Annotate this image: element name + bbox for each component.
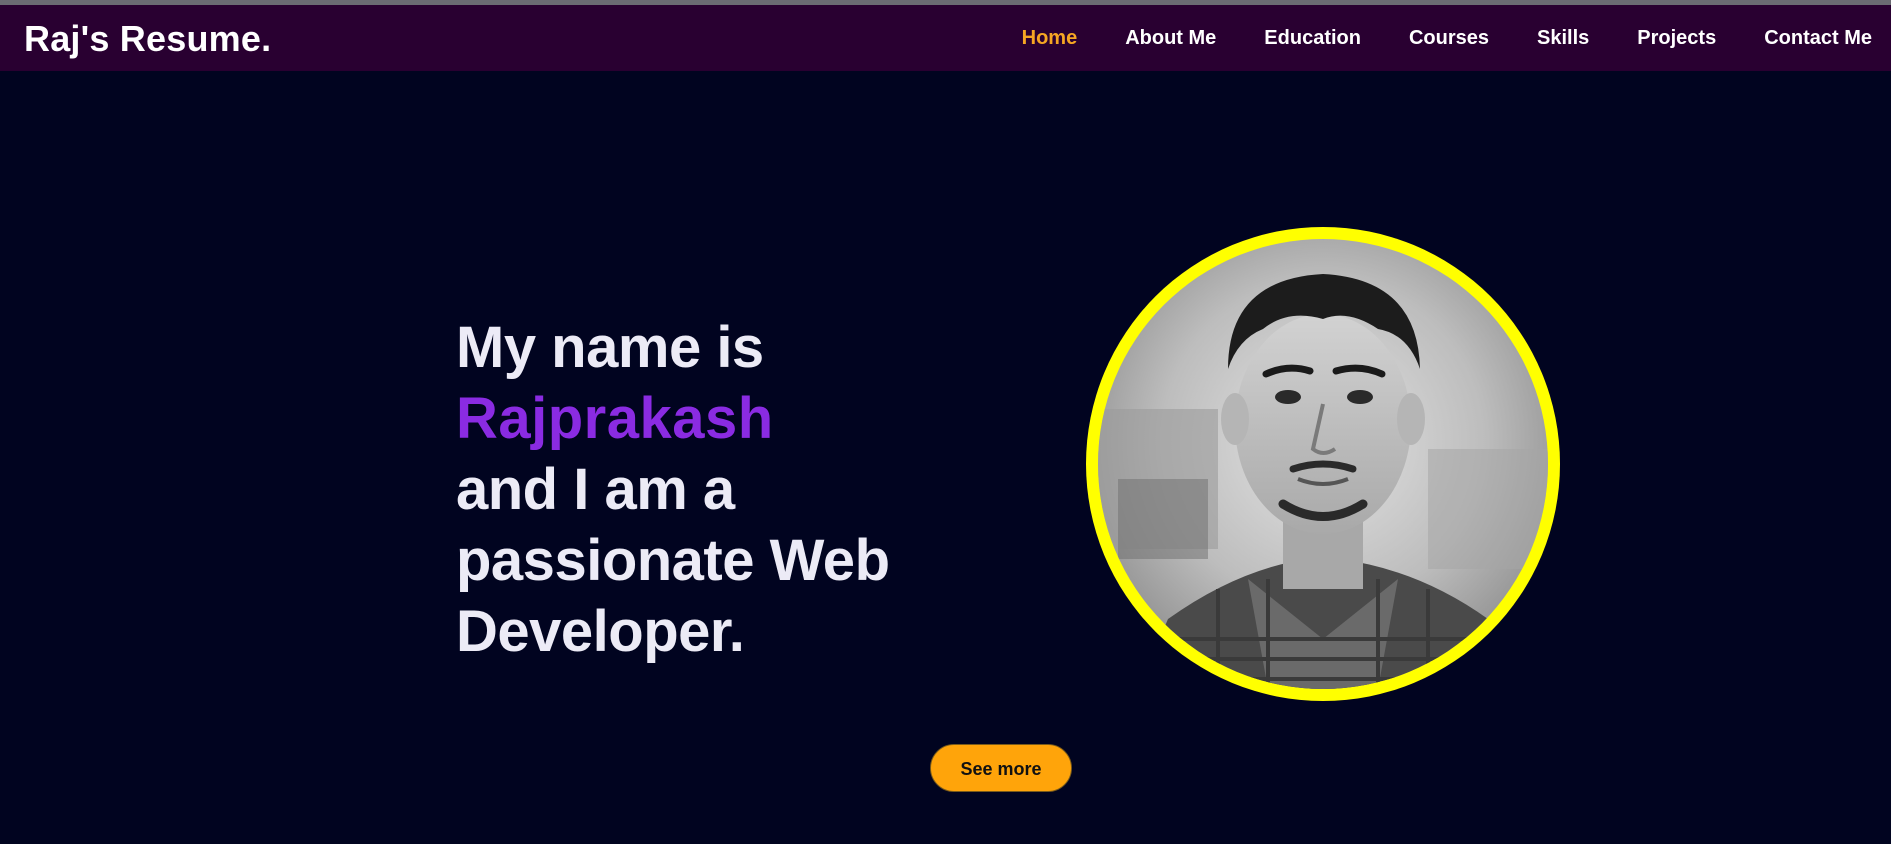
nav-item-courses[interactable]: Courses: [1409, 27, 1489, 50]
see-more-button[interactable]: See more: [930, 744, 1072, 792]
brand-logo[interactable]: Raj's Resume.: [24, 18, 271, 60]
profile-photo-icon: [1098, 239, 1548, 689]
nav-item-about-me[interactable]: About Me: [1125, 27, 1216, 50]
nav-item-education[interactable]: Education: [1264, 27, 1361, 50]
nav-item-home[interactable]: Home: [1022, 27, 1078, 50]
avatar-ring: [1086, 227, 1560, 701]
nav-item-skills[interactable]: Skills: [1537, 27, 1589, 50]
avatar: [1098, 239, 1548, 689]
hero-line-role-1: and I am a: [456, 457, 735, 522]
hero-line-role-2: passionate Web: [456, 528, 890, 593]
nav-item-contact-me[interactable]: Contact Me: [1764, 27, 1872, 50]
nav-menu: Home About Me Education Courses Skills P…: [974, 5, 1872, 71]
hero-heading: My name is Rajprakash and I am a passion…: [456, 312, 976, 667]
nav-item-projects[interactable]: Projects: [1637, 27, 1716, 50]
navbar: Raj's Resume. Home About Me Education Co…: [0, 5, 1891, 71]
hero-name: Rajprakash: [456, 386, 774, 451]
hero-line-role-3: Developer.: [456, 599, 745, 664]
hero-line-intro: My name is: [456, 315, 764, 380]
